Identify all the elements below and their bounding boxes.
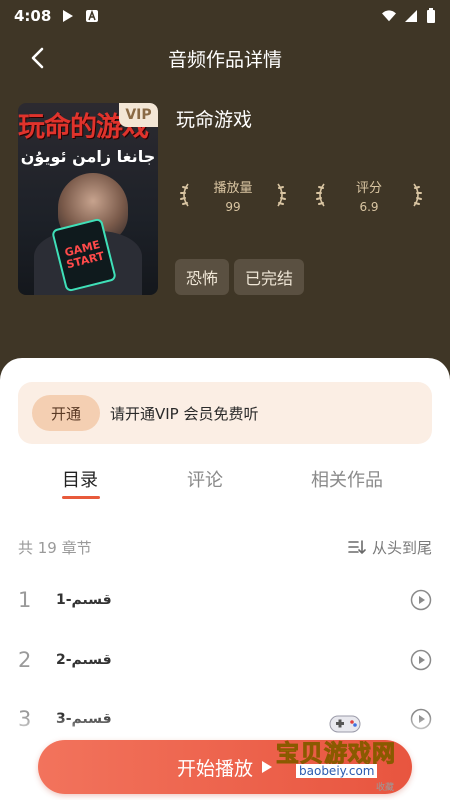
stat-plays-value: 99 <box>225 199 241 214</box>
page-title: 音频作品详情 <box>167 48 282 71</box>
vip-banner-text: 请开通VIP 会员免费听 <box>110 404 259 423</box>
chapter-row[interactable]: 1 قسىم-1 <box>18 580 432 620</box>
start-playback-label: 开始播放 <box>176 757 253 780</box>
vip-badge: VIP <box>119 103 158 127</box>
status-notification-icons <box>61 9 99 23</box>
tab-bar: 目录 评论 相关作品 <box>0 466 450 506</box>
vip-banner[interactable]: 开通 请开通VIP 会员免费听 <box>18 382 432 444</box>
chapter-count: 共 19 章节 <box>18 538 92 557</box>
tab-catalog[interactable]: 目录 <box>62 466 98 492</box>
play-store-icon <box>63 10 74 22</box>
battery-icon <box>427 8 435 23</box>
status-tag[interactable]: 已完结 <box>234 259 305 295</box>
laurel-right-icon <box>413 183 422 207</box>
laurel-left-icon <box>316 183 325 207</box>
status-system-icons <box>382 8 436 24</box>
stat-plays: 播放量 99 <box>178 175 288 215</box>
stat-rating-value: 6.9 <box>359 199 379 214</box>
wifi-icon <box>382 10 396 22</box>
tab-active-indicator <box>62 496 100 499</box>
app-notification-icon <box>86 9 99 22</box>
cover-image[interactable]: GAME START 玩命的游戏 جانغا زامن ئويۇن VIP <box>18 103 158 295</box>
tab-related[interactable]: 相关作品 <box>311 466 383 492</box>
play-circle-icon[interactable] <box>410 589 432 611</box>
laurel-left-icon <box>180 183 189 207</box>
watermark-fav: 收藏 <box>376 783 395 793</box>
chapter-row[interactable]: 2 قسىم-2 <box>18 640 432 680</box>
watermark-title: 宝贝游戏网 <box>276 741 396 768</box>
chapter-number: 1 <box>18 588 32 612</box>
stat-rating-label: 评分 <box>355 180 382 196</box>
watermark-url: baobeiy.com <box>296 764 378 778</box>
status-time: 4:08 <box>14 7 52 25</box>
cover-subtitle: جانغا زامن ئويۇن <box>20 147 156 166</box>
app-bar: 音频作品详情 <box>0 36 450 80</box>
chapter-list-header: 共 19 章节 从头到尾 <box>18 536 432 558</box>
stat-plays-label: 播放量 <box>213 180 253 196</box>
gamepad-icon <box>329 715 361 733</box>
chapter-number: 2 <box>18 648 32 672</box>
play-circle-icon[interactable] <box>410 649 432 671</box>
chapter-title: قسىم-1 <box>56 592 112 608</box>
work-name: 玩命游戏 <box>176 109 253 131</box>
sort-order-label: 从头到尾 <box>371 538 432 557</box>
site-watermark: 宝贝游戏网 baobeiy.com 收藏 <box>272 708 422 793</box>
genre-tag[interactable]: 恐怖 <box>175 259 230 295</box>
stat-rating: 评分 6.9 <box>314 175 424 215</box>
signal-icon <box>405 10 417 22</box>
chapter-title: قسىم-2 <box>56 652 112 668</box>
chevron-left-icon <box>31 47 44 69</box>
sort-order-button[interactable]: 从头到尾 <box>348 537 432 558</box>
work-hero: GAME START 玩命的游戏 جانغا زامن ئويۇن VIP 玩命… <box>18 103 432 298</box>
sort-list-icon <box>348 540 366 555</box>
status-bar: 4:08 <box>0 0 450 32</box>
back-button[interactable] <box>24 44 52 72</box>
open-vip-button[interactable]: 开通 <box>32 395 100 431</box>
laurel-right-icon <box>277 183 286 207</box>
tab-comments[interactable]: 评论 <box>187 466 223 492</box>
